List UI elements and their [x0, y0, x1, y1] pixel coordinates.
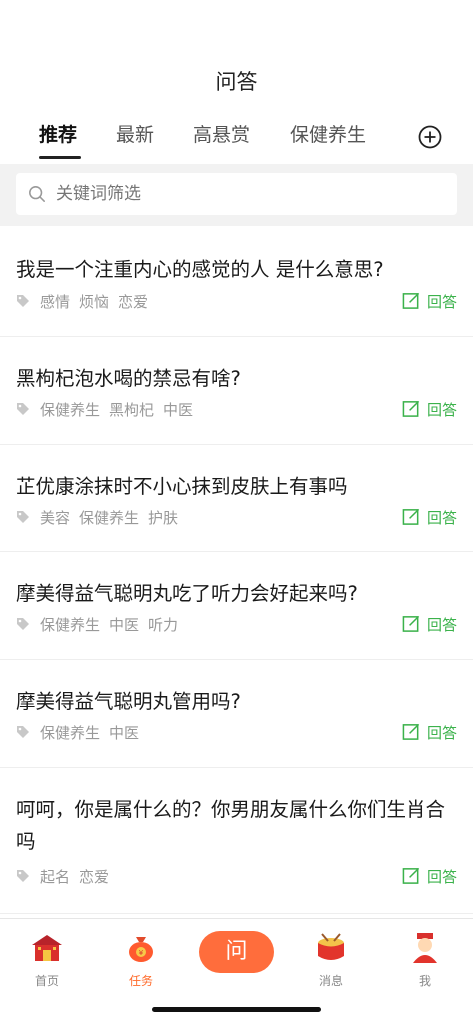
question-meta: 起名 恋爱 回答	[16, 866, 457, 888]
home-temple-icon	[32, 935, 62, 961]
tag[interactable]: 保健养生	[40, 724, 100, 742]
tag-icon	[17, 870, 29, 882]
nav-task[interactable]: ¥ 任务	[111, 931, 171, 989]
svg-text:¥: ¥	[139, 949, 144, 957]
search-box[interactable]	[16, 173, 457, 215]
tag-icon	[17, 403, 29, 415]
answer-button[interactable]: 回答	[402, 507, 457, 529]
edit-icon	[402, 615, 420, 632]
tag[interactable]: 保健养生	[79, 509, 139, 527]
question-meta: 保健养生 中医 听力 回答	[16, 614, 457, 636]
tab-recommend[interactable]: 推荐	[39, 120, 77, 147]
answer-button[interactable]: 回答	[402, 614, 457, 636]
question-item[interactable]: 芷优康涂抹时不小心抹到皮肤上有事吗 美容 保健养生 护肤 回答	[0, 445, 473, 552]
question-title[interactable]: 摩美得益气聪明丸吃了听力会好起来吗?	[16, 578, 456, 610]
nav-message[interactable]: 消息	[301, 931, 361, 989]
tag[interactable]: 起名	[40, 868, 70, 886]
question-title[interactable]: 呵呵，你是属什么的？你男朋友属什么你们生肖合吗	[16, 794, 456, 858]
tag[interactable]: 感情	[40, 293, 70, 311]
tab-health[interactable]: 保健养生	[290, 120, 366, 147]
answer-label: 回答	[426, 509, 457, 527]
tag[interactable]: 保健养生	[40, 401, 100, 419]
question-item[interactable]: 我是一个注重内心的感觉的人 是什么意思? 感情 烦恼 恋爱 回答	[0, 228, 473, 337]
answer-label: 回答	[426, 401, 457, 419]
question-meta: 保健养生 黑枸杞 中医 回答	[16, 399, 457, 421]
tag-list: 美容 保健养生 护肤	[40, 507, 187, 529]
tag-list: 保健养生 中医 听力	[40, 614, 187, 636]
nav-me-label: 我	[418, 974, 431, 988]
tab-bar: 推荐 最新 高悬赏 保健养生	[0, 120, 473, 160]
nav-me[interactable]: 我	[395, 931, 455, 989]
edit-icon	[402, 723, 420, 740]
edit-icon	[402, 400, 420, 417]
nav-message-label: 消息	[318, 974, 343, 988]
ask-label: 问	[225, 939, 248, 964]
question-meta: 感情 烦恼 恋爱 回答	[16, 291, 457, 313]
tag-list: 保健养生 中医	[40, 722, 148, 744]
search-input[interactable]	[56, 173, 436, 215]
answer-label: 回答	[426, 293, 457, 311]
tag-icon	[17, 295, 29, 307]
tab-latest[interactable]: 最新	[116, 120, 154, 147]
plus-circle-icon	[418, 125, 442, 149]
tag[interactable]: 保健养生	[40, 616, 100, 634]
answer-label: 回答	[426, 868, 457, 886]
question-title[interactable]: 摩美得益气聪明丸管用吗?	[16, 686, 456, 718]
question-title[interactable]: 黑枸杞泡水喝的禁忌有啥?	[16, 363, 456, 395]
header: 问答 推荐 最新 高悬赏 保健养生	[0, 0, 473, 160]
tag[interactable]: 护肤	[148, 509, 178, 527]
question-item[interactable]: 摩美得益气聪明丸吃了听力会好起来吗? 保健养生 中医 听力 回答	[0, 552, 473, 660]
tab-bounty[interactable]: 高悬赏	[193, 120, 250, 147]
nav-home[interactable]: 首页	[17, 931, 77, 989]
money-bag-icon: ¥	[129, 937, 153, 962]
edit-icon	[402, 292, 420, 309]
tag[interactable]: 中医	[109, 616, 139, 634]
answer-label: 回答	[426, 616, 457, 634]
ask-question-button[interactable]: 问	[199, 931, 274, 973]
tag-list: 保健养生 黑枸杞 中医	[40, 399, 202, 421]
answer-button[interactable]: 回答	[402, 399, 457, 421]
question-list: 我是一个注重内心的感觉的人 是什么意思? 感情 烦恼 恋爱 回答 黑枸杞泡水喝的禁忌…	[0, 228, 473, 914]
home-indicator	[152, 1007, 321, 1012]
drum-icon	[318, 933, 344, 960]
page-title: 问答	[215, 70, 258, 94]
question-item[interactable]: 呵呵，你是属什么的？你男朋友属什么你们生肖合吗 起名 恋爱 回答	[0, 768, 473, 914]
tag-icon	[17, 726, 29, 738]
nav-task-label: 任务	[128, 974, 153, 988]
tag-list: 感情 烦恼 恋爱	[40, 291, 157, 313]
search-bar	[0, 164, 473, 226]
tag[interactable]: 中医	[109, 724, 139, 742]
answer-button[interactable]: 回答	[402, 291, 457, 313]
edit-icon	[402, 867, 420, 884]
tag[interactable]: 烦恼	[79, 293, 109, 311]
question-item[interactable]: 摩美得益气聪明丸管用吗? 保健养生 中医 回答	[0, 660, 473, 768]
nav-home-label: 首页	[34, 974, 59, 988]
tag-icon	[17, 511, 29, 523]
answer-label: 回答	[426, 724, 457, 742]
question-meta: 美容 保健养生 护肤 回答	[16, 507, 457, 529]
active-tab-indicator	[39, 156, 81, 159]
tag[interactable]: 黑枸杞	[109, 401, 154, 419]
edit-icon	[402, 508, 420, 525]
tag[interactable]: 中医	[163, 401, 193, 419]
question-title[interactable]: 芷优康涂抹时不小心抹到皮肤上有事吗	[16, 471, 456, 503]
tag[interactable]: 美容	[40, 509, 70, 527]
question-title[interactable]: 我是一个注重内心的感觉的人 是什么意思?	[16, 254, 456, 286]
tag[interactable]: 听力	[148, 616, 178, 634]
tag[interactable]: 恋爱	[118, 293, 148, 311]
answer-button[interactable]: 回答	[402, 722, 457, 744]
answer-button[interactable]: 回答	[402, 866, 457, 888]
question-meta: 保健养生 中医 回答	[16, 722, 457, 744]
question-item[interactable]: 黑枸杞泡水喝的禁忌有啥? 保健养生 黑枸杞 中医 回答	[0, 337, 473, 445]
tag[interactable]: 恋爱	[79, 868, 109, 886]
search-icon	[29, 186, 45, 202]
tag-list: 起名 恋爱	[40, 866, 118, 888]
add-tab-button[interactable]	[418, 125, 442, 149]
avatar-icon	[413, 933, 437, 963]
tag-icon	[17, 618, 29, 630]
